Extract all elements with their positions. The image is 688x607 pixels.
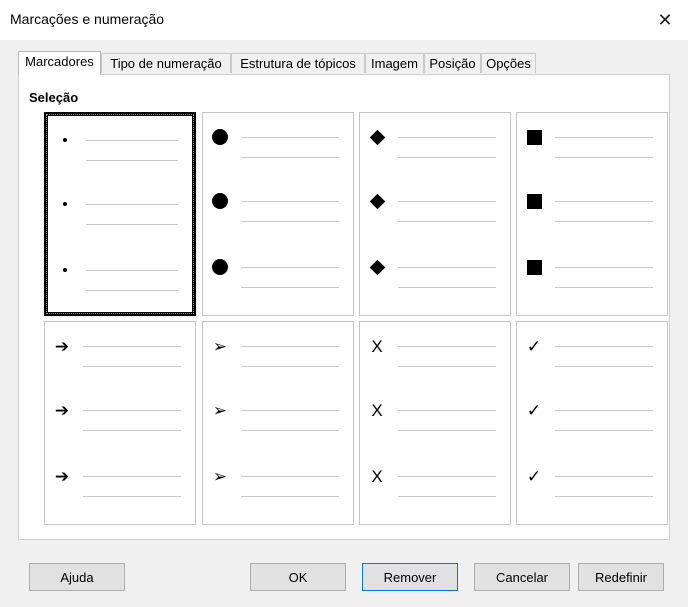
- tab-label: Posição: [429, 56, 476, 71]
- bullet-style-diamond[interactable]: [359, 112, 511, 316]
- tab-imagem[interactable]: Imagem: [365, 53, 424, 73]
- bullet-style-grid: ➔ ➔ ➔ ➢ ➢ ➢ X X X ✓ ✓ ✓: [44, 112, 671, 528]
- bullet-row: ➢: [203, 456, 353, 497]
- check-mark-icon: ✓: [526, 336, 542, 356]
- tab-opcoes[interactable]: Opções: [481, 53, 536, 73]
- filled-square-icon: [521, 124, 547, 150]
- tab-label: Tipo de numeração: [110, 56, 222, 71]
- bullet-row: [360, 247, 510, 288]
- help-button[interactable]: Ajuda: [29, 563, 125, 591]
- window-title: Marcações e numeração: [10, 11, 165, 27]
- ok-button[interactable]: OK: [250, 563, 346, 591]
- bullet-row: [517, 181, 667, 222]
- title-bar: Marcações e numeração ✕: [0, 0, 688, 40]
- cancel-button-label: Cancelar: [495, 569, 549, 585]
- bullet-row: [48, 250, 192, 291]
- bullet-style-small-dot[interactable]: [44, 112, 196, 316]
- bullet-style-check-mark[interactable]: ✓ ✓ ✓: [516, 321, 668, 525]
- arrow-icon: ➔: [54, 336, 70, 356]
- help-button-label: Ajuda: [60, 569, 94, 585]
- bullet-row: ➢: [203, 326, 353, 367]
- bullet-row: ➔: [45, 390, 195, 431]
- bullet-row: X: [360, 326, 510, 367]
- bullet-style-x-mark[interactable]: X X X: [359, 321, 511, 525]
- reset-button[interactable]: Redefinir: [578, 563, 664, 591]
- bullet-row: ➢: [203, 390, 353, 431]
- close-button[interactable]: ✕: [642, 0, 688, 40]
- bullet-row: ✓: [517, 456, 667, 497]
- arrow-icon: ➔: [54, 400, 70, 420]
- tab-label: Estrutura de tópicos: [240, 56, 356, 71]
- arrowhead-icon: ➢: [212, 400, 228, 420]
- bullet-style-arrowhead[interactable]: ➢ ➢ ➢: [202, 321, 354, 525]
- cancel-button[interactable]: Cancelar: [474, 563, 570, 591]
- filled-square-icon: [521, 188, 547, 214]
- filled-square-icon: [521, 254, 547, 280]
- bullet-row: [203, 247, 353, 288]
- bullet-row: [517, 117, 667, 158]
- close-icon: ✕: [657, 9, 673, 30]
- bullet-row: X: [360, 390, 510, 431]
- bullet-row: [360, 117, 510, 158]
- x-mark-icon: X: [371, 400, 383, 420]
- small-dot-icon: [52, 257, 78, 283]
- bullet-row: ➔: [45, 326, 195, 367]
- bullet-row: ✓: [517, 326, 667, 367]
- bullet-style-arrow[interactable]: ➔ ➔ ➔: [44, 321, 196, 525]
- tab-label: Imagem: [371, 56, 418, 71]
- filled-circle-icon: [207, 188, 233, 214]
- bullet-row: ➔: [45, 456, 195, 497]
- bullet-style-filled-circle[interactable]: [202, 112, 354, 316]
- remove-button[interactable]: Remover: [362, 563, 458, 591]
- bullet-row: [360, 181, 510, 222]
- diamond-icon: [364, 124, 390, 150]
- remove-button-label: Remover: [383, 569, 437, 585]
- bullet-row: X: [360, 456, 510, 497]
- tab-label: Opções: [486, 56, 531, 71]
- tab-tipo-de-numeracao[interactable]: Tipo de numeração: [101, 53, 231, 73]
- check-mark-icon: ✓: [526, 400, 542, 420]
- section-label: Seleção: [29, 90, 79, 105]
- x-mark-icon: X: [371, 336, 383, 356]
- check-mark-icon: ✓: [526, 466, 542, 486]
- tab-marcadores[interactable]: Marcadores: [18, 51, 101, 75]
- arrow-icon: ➔: [54, 466, 70, 486]
- bullet-row: [203, 117, 353, 158]
- x-mark-icon: X: [371, 466, 383, 486]
- tab-label: Marcadores: [25, 54, 94, 69]
- tab-posicao[interactable]: Posição: [424, 53, 481, 73]
- small-dot-icon: [52, 127, 78, 153]
- bullet-row: [517, 247, 667, 288]
- ok-button-label: OK: [288, 569, 308, 585]
- tab-estrutura-de-topicos[interactable]: Estrutura de tópicos: [231, 53, 365, 73]
- bullet-row: ✓: [517, 390, 667, 431]
- diamond-icon: [364, 188, 390, 214]
- diamond-icon: [364, 254, 390, 280]
- small-dot-icon: [52, 191, 78, 217]
- bullet-row: [203, 181, 353, 222]
- bullet-row: [48, 120, 192, 161]
- filled-circle-icon: [207, 254, 233, 280]
- reset-button-label: Redefinir: [594, 569, 648, 585]
- bullet-row: [48, 184, 192, 225]
- arrowhead-icon: ➢: [212, 466, 228, 486]
- filled-circle-icon: [207, 124, 233, 150]
- bullet-style-filled-square[interactable]: [516, 112, 668, 316]
- arrowhead-icon: ➢: [212, 336, 228, 356]
